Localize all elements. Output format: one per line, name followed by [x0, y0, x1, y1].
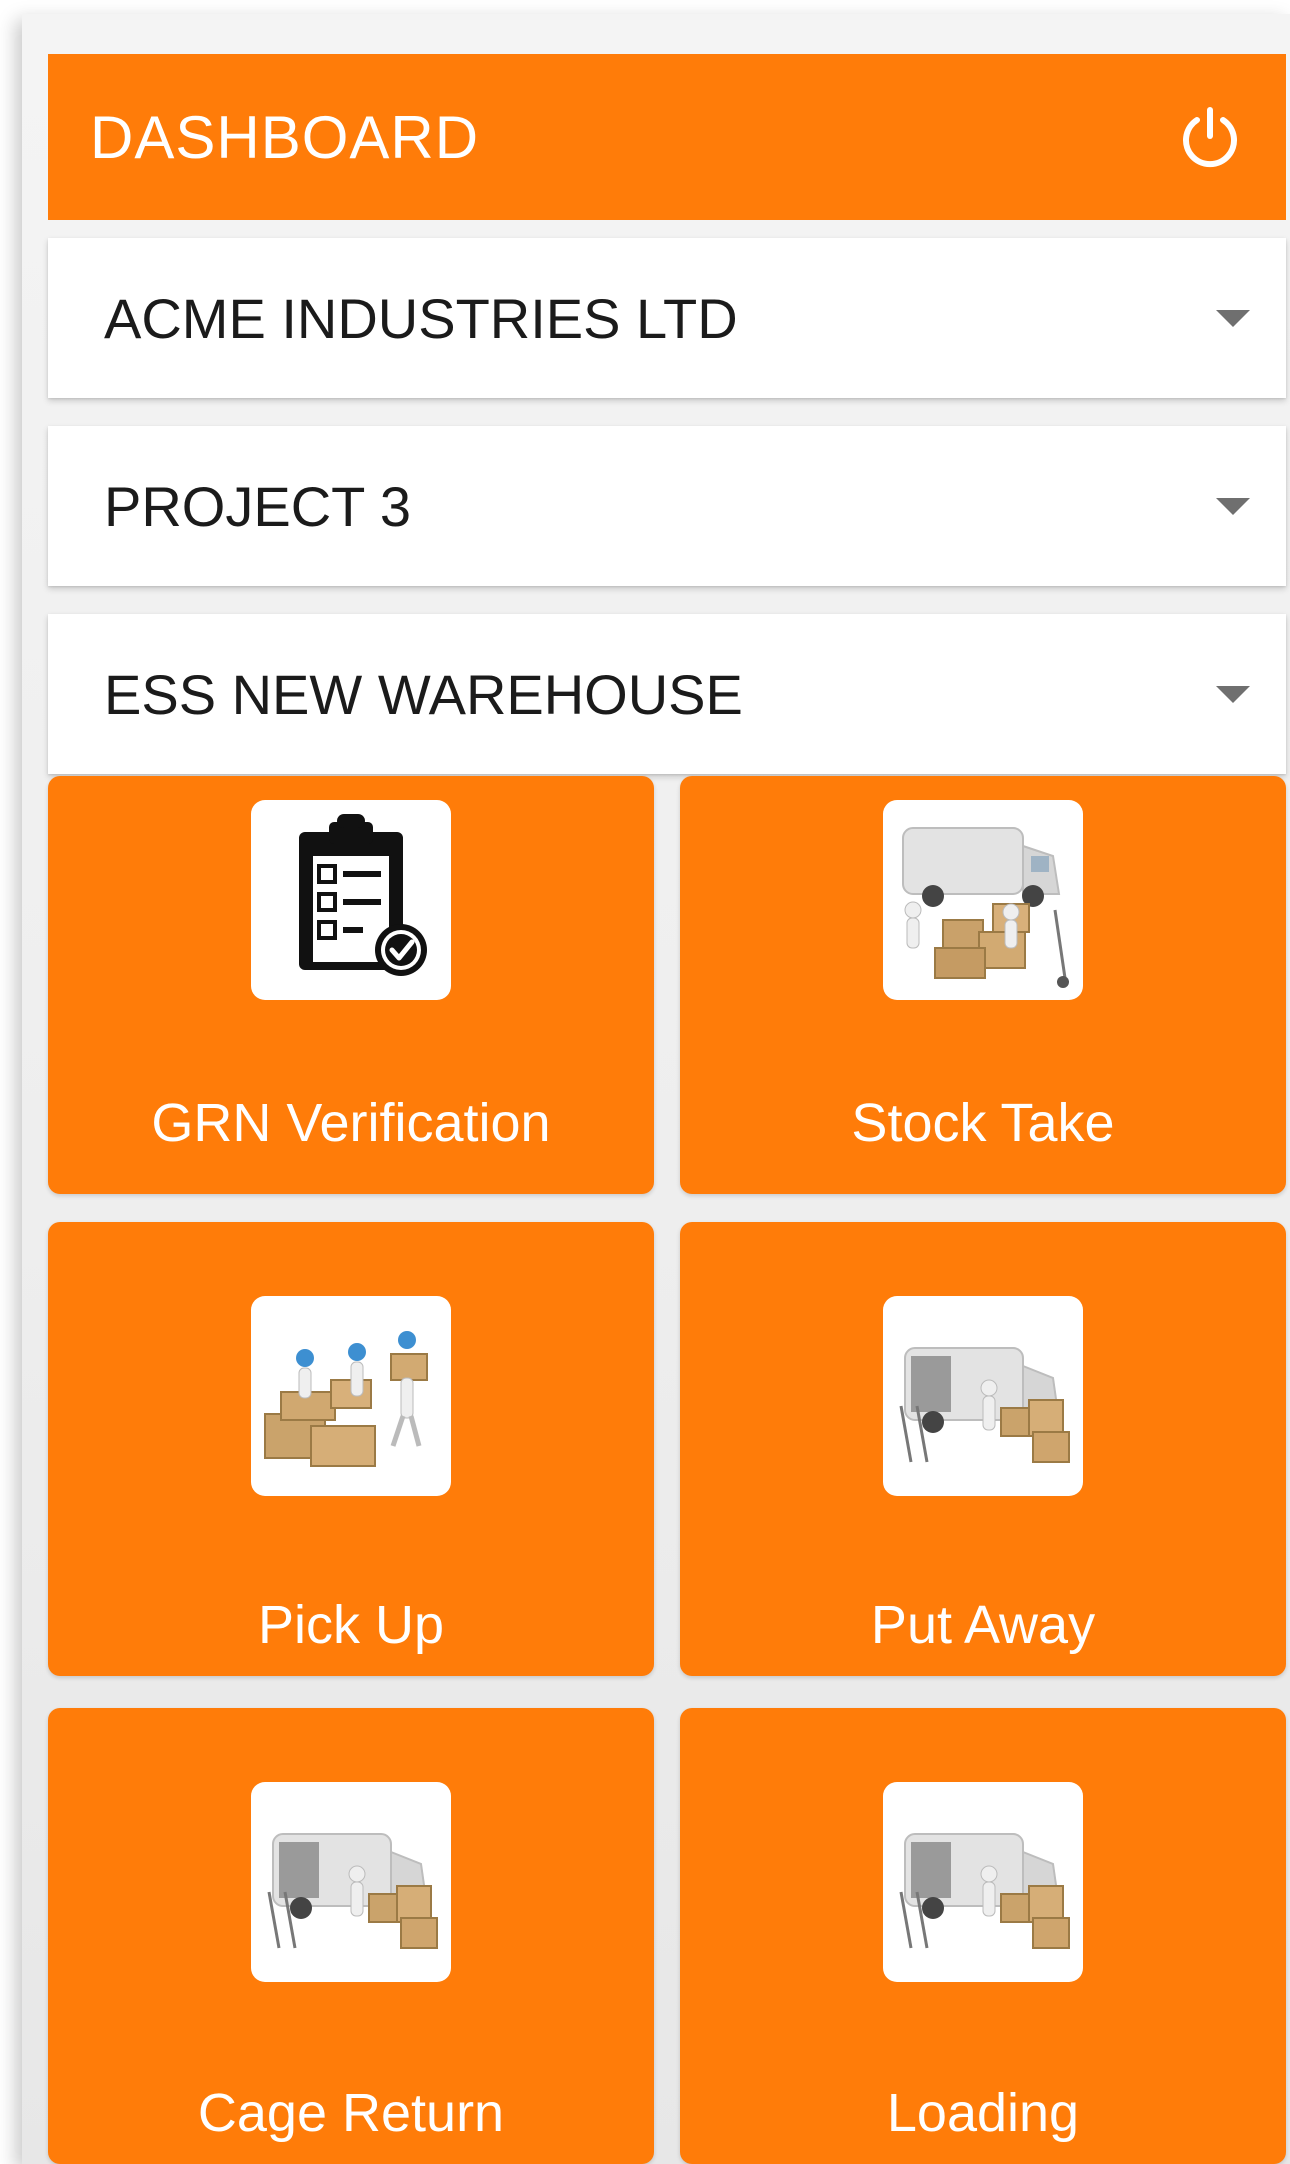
chevron-down-icon	[1216, 309, 1250, 327]
device-frame: DASHBOARD ACME INDUSTRIES LTD PROJECT 3 …	[22, 14, 1290, 2164]
workers-boxes-icon	[251, 1296, 451, 1496]
project-select-value: PROJECT 3	[104, 474, 412, 538]
app-screen: DASHBOARD ACME INDUSTRIES LTD PROJECT 3 …	[48, 40, 1286, 2164]
checklist-icon	[251, 800, 451, 1000]
tile-label: Loading	[886, 2083, 1080, 2143]
project-select[interactable]: PROJECT 3	[48, 426, 1286, 586]
tile-grn-verification[interactable]: GRN Verification	[48, 776, 654, 1194]
power-icon[interactable]	[1172, 99, 1248, 175]
company-select[interactable]: ACME INDUSTRIES LTD	[48, 238, 1286, 398]
tile-loading[interactable]: Loading	[680, 1708, 1286, 2164]
tile-label: Pick Up	[257, 1595, 445, 1655]
van-boxes-icon	[883, 1296, 1083, 1496]
page-title: DASHBOARD	[90, 103, 480, 171]
tile-cage-return[interactable]: Cage Return	[48, 1708, 654, 2164]
van-boxes-icon	[251, 1782, 451, 1982]
company-select-value: ACME INDUSTRIES LTD	[104, 286, 738, 350]
tile-put-away[interactable]: Put Away	[680, 1222, 1286, 1676]
tile-label: GRN Verification	[151, 1093, 551, 1153]
chevron-down-icon	[1216, 685, 1250, 703]
tile-label: Put Away	[870, 1595, 1096, 1655]
warehouse-select[interactable]: ESS NEW WAREHOUSE	[48, 614, 1286, 774]
top-app-bar: DASHBOARD	[48, 54, 1286, 220]
tile-pick-up[interactable]: Pick Up	[48, 1222, 654, 1676]
chevron-down-icon	[1216, 497, 1250, 515]
warehouse-select-value: ESS NEW WAREHOUSE	[104, 662, 743, 726]
tile-label: Cage Return	[197, 2083, 505, 2143]
tile-stock-take[interactable]: Stock Take	[680, 776, 1286, 1194]
van-boxes-icon	[883, 1782, 1083, 1982]
van-boxes-icon	[883, 800, 1083, 1000]
tile-label: Stock Take	[851, 1093, 1115, 1153]
